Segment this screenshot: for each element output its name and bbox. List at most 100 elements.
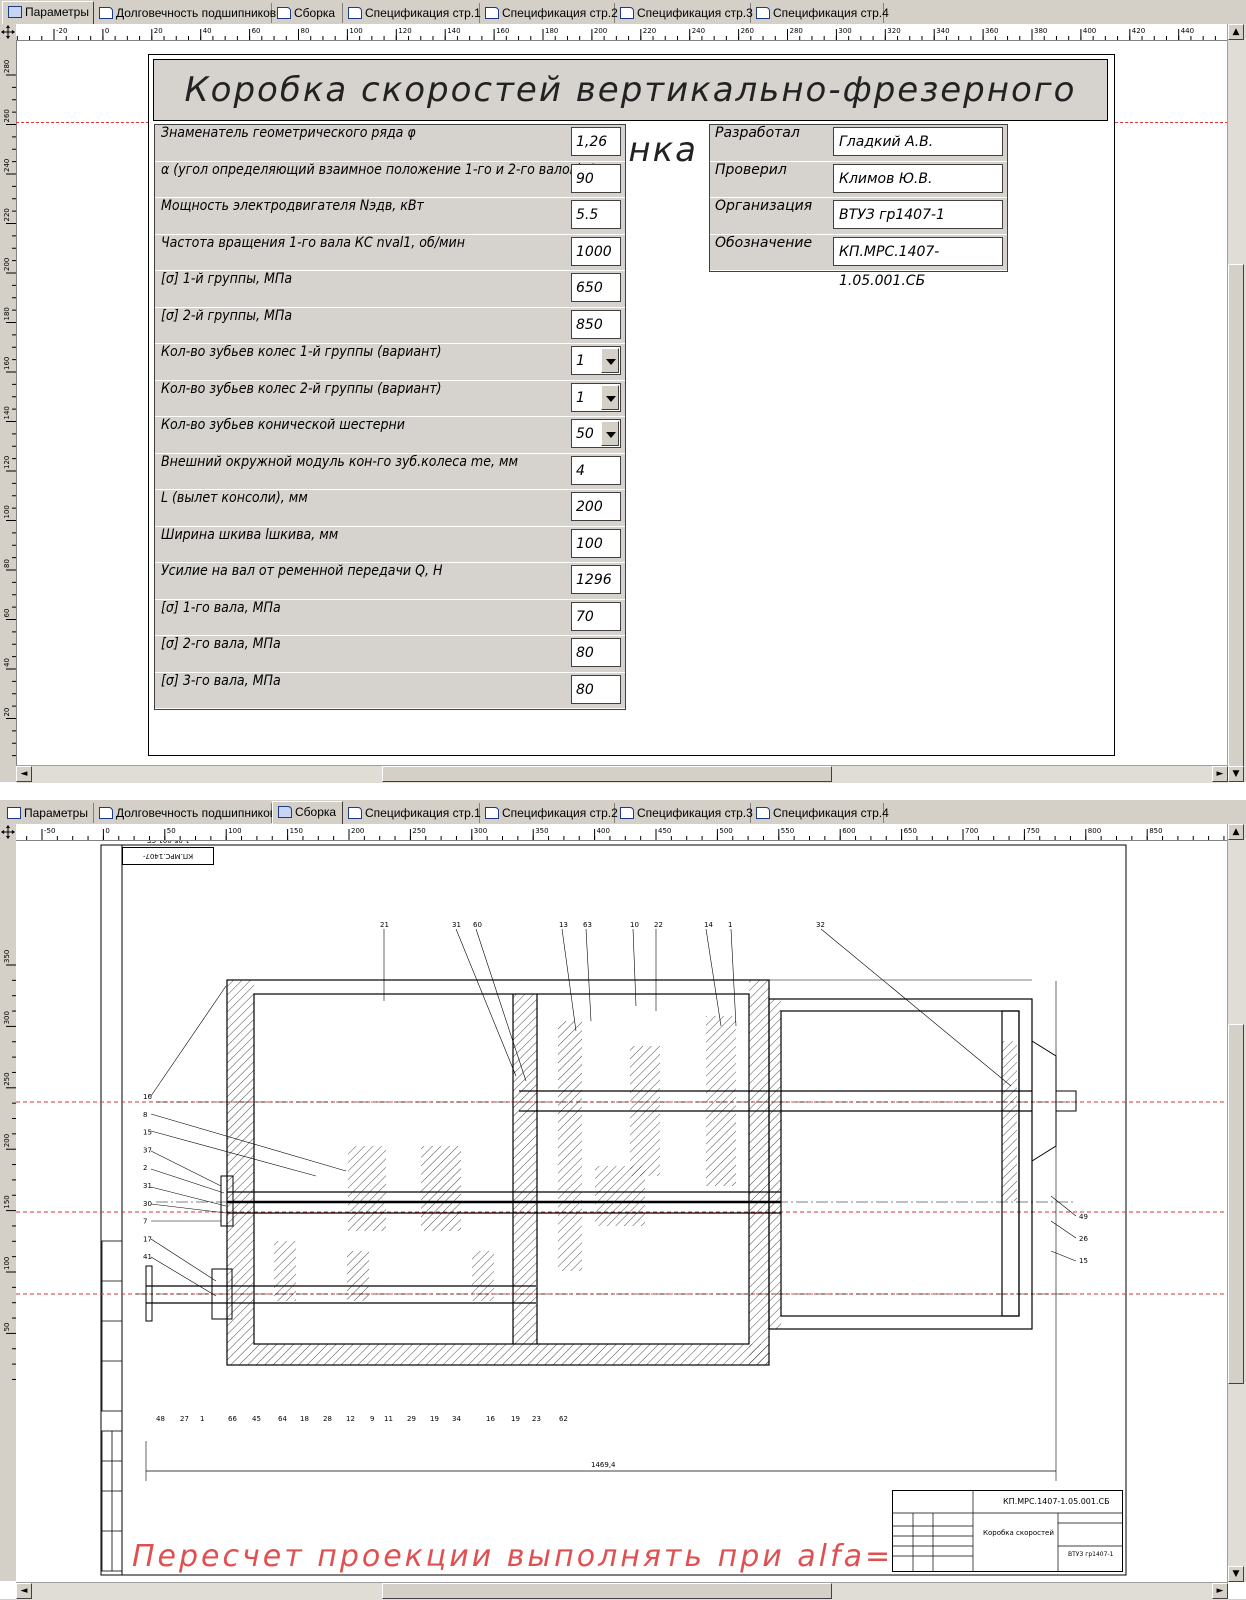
- param-input[interactable]: 100: [571, 528, 621, 558]
- ruler-label: 40: [203, 27, 212, 35]
- tab-3[interactable]: Спецификация стр.1: [343, 3, 481, 23]
- ruler-label: 80: [3, 559, 11, 568]
- vertical-scrollbar[interactable]: ▲ ▼: [1227, 824, 1246, 1582]
- param-input[interactable]: 90: [571, 163, 621, 193]
- ruler-label: 300: [474, 827, 487, 835]
- info-input[interactable]: ВТУЗ гр1407-1: [833, 200, 1003, 229]
- scroll-up-button[interactable]: ▲: [1228, 824, 1244, 840]
- horizontal-ruler[interactable]: -20 0 20 40 60 80 100 120 140 160 180 200 220 240 260 2…: [16, 24, 1228, 41]
- callout-label: 34: [452, 1415, 461, 1423]
- param-input[interactable]: 200: [571, 492, 621, 521]
- scroll-thumb[interactable]: [1228, 1024, 1244, 1384]
- vertical-ruler[interactable]: 350 300 250 200 150 100 50: [0, 840, 17, 1581]
- param-label: Мощность электродвигателя Nэдв, кВт: [161, 198, 424, 214]
- callout-label: 49: [1079, 1213, 1088, 1221]
- tab-4[interactable]: Спецификация стр.2: [480, 3, 618, 23]
- param-label: L (вылет консоли), мм: [161, 490, 308, 506]
- ruler-label: 220: [643, 27, 656, 35]
- info-input[interactable]: Гладкий А.В.: [833, 127, 1003, 156]
- ruler-label: 550: [781, 827, 794, 835]
- scroll-up-button[interactable]: ▲: [1228, 24, 1244, 40]
- ruler-origin-icon[interactable]: [0, 824, 16, 840]
- scroll-left-button[interactable]: ◄: [16, 1583, 32, 1599]
- tab-1[interactable]: Долговечность подшипников: [94, 803, 276, 823]
- param-input[interactable]: 1000: [571, 236, 621, 266]
- scroll-thumb[interactable]: [382, 1583, 832, 1599]
- callout-label: 64: [278, 1415, 287, 1423]
- tab-label: Спецификация стр.1: [365, 806, 481, 820]
- param-input[interactable]: 650: [571, 273, 621, 302]
- tab-0[interactable]: Параметры: [2, 803, 94, 823]
- param-input[interactable]: 80: [571, 638, 621, 667]
- param-input[interactable]: 1,26: [571, 127, 621, 156]
- chevron-down-icon[interactable]: [601, 384, 619, 410]
- vertical-scrollbar[interactable]: ▲ ▼: [1227, 24, 1246, 782]
- horizontal-ruler[interactable]: -50 0 50 100 150 200 250 300 350 400 450 500 550 600 6…: [16, 824, 1228, 841]
- ruler-label: 340: [936, 27, 949, 35]
- callout-label: 13: [559, 921, 568, 929]
- info-row: Обозначение КП.МРС.1407-1.05.001.СБ: [710, 234, 1007, 289]
- param-input[interactable]: 4: [571, 455, 621, 485]
- ruler-label: 140: [3, 406, 11, 419]
- tab-6[interactable]: Спецификация стр.4: [751, 3, 889, 23]
- ruler-label: 260: [3, 109, 11, 122]
- param-input[interactable]: 1296: [571, 565, 621, 594]
- horizontal-scrollbar[interactable]: ◄ ►: [16, 1582, 1228, 1600]
- scroll-right-button[interactable]: ►: [1212, 1583, 1228, 1599]
- info-label: Разработал: [715, 125, 800, 141]
- ruler-label: 420: [1132, 27, 1145, 35]
- ruler-label: 200: [594, 27, 607, 35]
- tab-0[interactable]: Параметры: [2, 1, 94, 24]
- ruler-origin-icon[interactable]: [0, 24, 16, 40]
- info-label: Обозначение: [715, 234, 813, 251]
- scroll-down-button[interactable]: ▼: [1228, 1566, 1244, 1582]
- param-row: L (вылет консоли), мм 200: [155, 490, 625, 527]
- tab-label: Долговечность подшипников: [116, 6, 277, 20]
- param-row: α (угол определяющий взаимное положение …: [155, 161, 625, 198]
- ruler-label: 160: [496, 27, 509, 35]
- assembly-drawing[interactable]: 1469,4 21 31 60 13 63 10 22 14 1 32 16 8 15 37 2 31 30 7 1…: [16, 841, 1228, 1582]
- tab-5[interactable]: Спецификация стр.3: [615, 803, 753, 823]
- param-select[interactable]: 1: [571, 382, 621, 412]
- scroll-thumb[interactable]: [1228, 264, 1244, 774]
- horizontal-scrollbar[interactable]: ◄ ►: [16, 765, 1228, 783]
- param-label: [σ] 1-го вала, МПа: [161, 599, 281, 616]
- callout-label: 1: [728, 921, 732, 929]
- tab-4[interactable]: Спецификация стр.2: [480, 803, 618, 823]
- param-row: Кол-во зубьев конической шестерни 50: [155, 417, 625, 454]
- tab-label: Параметры: [25, 5, 89, 19]
- chevron-down-icon[interactable]: [601, 348, 619, 373]
- callout-label: 19: [430, 1415, 439, 1423]
- scroll-down-button[interactable]: ▼: [1228, 766, 1244, 782]
- scroll-right-button[interactable]: ►: [1212, 766, 1228, 782]
- assembly-pane: Параметры Долговечность подшипников Сборка…: [0, 800, 1246, 1600]
- ruler-label: 50: [3, 1322, 11, 1331]
- sheet-icon: [485, 807, 499, 819]
- tab-5[interactable]: Спецификация стр.3: [615, 3, 753, 23]
- param-input[interactable]: 70: [571, 601, 621, 631]
- tab-6[interactable]: Спецификация стр.4: [751, 803, 889, 823]
- ruler-label: 350: [3, 950, 11, 963]
- title-block-org: ВТУЗ гр1407-1: [1068, 1551, 1114, 1558]
- param-input[interactable]: 80: [571, 674, 621, 704]
- tab-3[interactable]: Спецификация стр.1: [343, 803, 481, 823]
- param-row: Внешний окружной модуль кон-го зуб.колес…: [155, 453, 625, 490]
- param-input[interactable]: 850: [571, 309, 621, 339]
- callout-label: 22: [654, 921, 663, 929]
- param-input[interactable]: 5.5: [571, 200, 621, 229]
- scroll-thumb[interactable]: [382, 766, 832, 782]
- callout-label: 21: [380, 921, 389, 929]
- tab-2[interactable]: Сборка: [272, 801, 343, 824]
- tab-1[interactable]: Долговечность подшипников: [94, 3, 276, 23]
- param-select[interactable]: 50: [571, 419, 621, 448]
- chevron-down-icon[interactable]: [601, 421, 619, 446]
- tab-2[interactable]: Сборка: [272, 3, 343, 23]
- vertical-ruler[interactable]: 280 260 240 220 200 180 160 140 120 100 80 60 40 20: [0, 40, 17, 782]
- callout-label: 32: [816, 921, 825, 929]
- param-select[interactable]: 1: [571, 346, 621, 375]
- info-input[interactable]: КП.МРС.1407-1.05.001.СБ: [833, 236, 1003, 289]
- param-label: Ширина шкива lшкива, мм: [161, 526, 339, 543]
- scroll-left-button[interactable]: ◄: [16, 766, 32, 782]
- callout-label: 30: [143, 1200, 152, 1208]
- info-input[interactable]: Климов Ю.В.: [833, 163, 1003, 193]
